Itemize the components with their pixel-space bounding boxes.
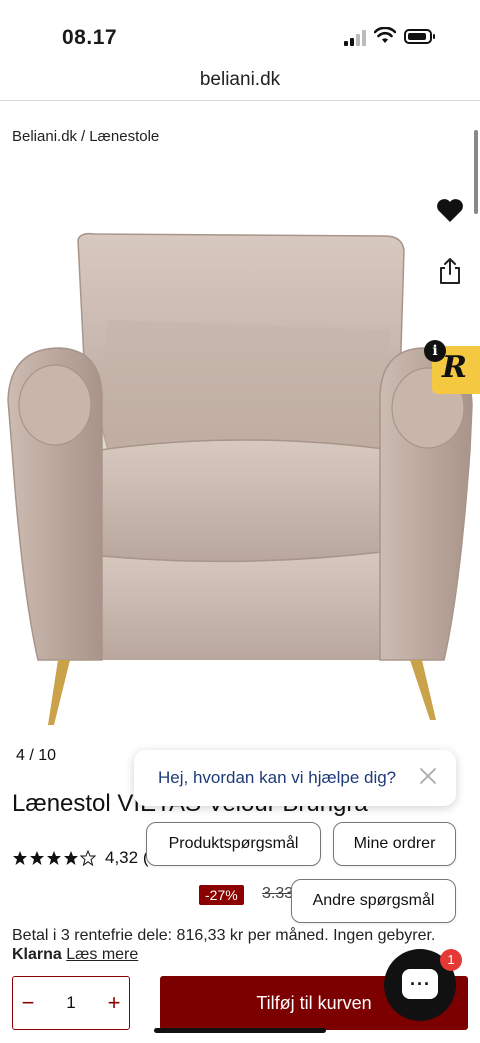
chat-dots: ··· [410,974,431,994]
battery-icon [404,29,435,44]
close-icon[interactable] [418,766,438,786]
discount-badge: -27% [199,885,244,905]
star-icon [47,851,61,865]
wifi-icon [374,27,396,43]
klarna-logo: Klarna [12,946,62,963]
image-counter: 4 / 10 [16,747,57,764]
chat-greeting-text: Hej, hvordan kan vi hjælpe dig? [158,768,397,787]
product-image[interactable] [0,150,480,740]
signal-icon [344,30,366,46]
star-icon [64,851,78,865]
rating-value: 4,32 [105,848,139,867]
chat-greeting-bubble[interactable]: Hej, hvordan kan vi hjælpe dig? [134,750,456,806]
breadcrumb-separator: / [81,128,86,145]
breadcrumb-category[interactable]: Lænestole [89,128,159,145]
rating-stars [12,850,97,866]
chat-option-product-questions[interactable]: Produktspørgsmål [146,822,321,866]
old-price: 3.33 [262,885,294,902]
quantity-value[interactable]: 1 [66,993,75,1013]
product-rating[interactable]: 4,32 ( [12,848,149,868]
star-icon [30,851,44,865]
home-indicator[interactable] [154,1028,326,1033]
chat-option-other-questions[interactable]: Andre spørgsmål [291,879,456,923]
chat-unread-badge: 1 [440,949,462,971]
status-time: 08.17 [62,26,118,49]
read-more-link[interactable]: Læs mere [66,946,138,963]
quantity-decrease-button[interactable]: − [13,990,43,1016]
star-icon [13,851,27,865]
breadcrumb-home[interactable]: Beliani.dk [12,128,77,145]
installment-text: Betal i 3 rentefrie dele: 816,33 kr per … [12,927,436,944]
chat-option-my-orders[interactable]: Mine ordrer [333,822,456,866]
status-bar: 08.17 [0,0,480,60]
url-divider [0,100,480,101]
share-icon[interactable] [438,257,462,285]
url-bar[interactable]: beliani.dk [0,64,480,100]
star-empty-icon [80,850,96,866]
quantity-stepper: − 1 + [12,976,130,1030]
breadcrumb: Beliani.dk / Lænestole [12,128,163,145]
reviews-badge-logo: R [442,350,467,385]
info-icon[interactable]: i [424,340,446,362]
quantity-increase-button[interactable]: + [99,990,129,1016]
heart-icon[interactable] [436,197,464,223]
